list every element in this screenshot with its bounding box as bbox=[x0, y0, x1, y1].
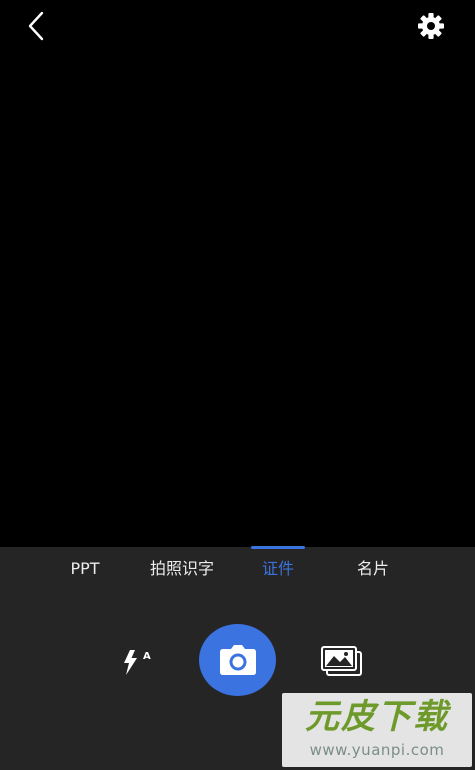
gallery-icon bbox=[321, 646, 362, 676]
camera-viewfinder[interactable] bbox=[0, 0, 475, 547]
shutter-button[interactable] bbox=[199, 624, 276, 696]
gallery-button[interactable] bbox=[318, 643, 366, 679]
gear-icon bbox=[418, 13, 444, 39]
camera-icon bbox=[219, 645, 256, 675]
active-tab-indicator bbox=[251, 546, 305, 549]
tab-business-card[interactable]: 名片 bbox=[349, 555, 397, 583]
flash-auto-badge: A bbox=[143, 651, 151, 662]
back-button[interactable] bbox=[18, 8, 54, 44]
watermark-logo-text: 元皮下载 bbox=[305, 697, 449, 737]
tab-ppt[interactable]: PPT bbox=[62, 555, 108, 583]
chevron-left-icon bbox=[28, 11, 44, 41]
flash-auto-icon: A bbox=[124, 650, 151, 675]
flash-auto-button[interactable]: A bbox=[116, 644, 156, 680]
watermark-badge: 元皮下载 www.yuanpi.com bbox=[282, 693, 472, 767]
tab-text-recognition[interactable]: 拍照识字 bbox=[142, 555, 222, 583]
watermark-url: www.yuanpi.com bbox=[309, 741, 445, 759]
settings-button[interactable] bbox=[414, 9, 448, 43]
tab-id-document[interactable]: 证件 bbox=[254, 555, 302, 583]
